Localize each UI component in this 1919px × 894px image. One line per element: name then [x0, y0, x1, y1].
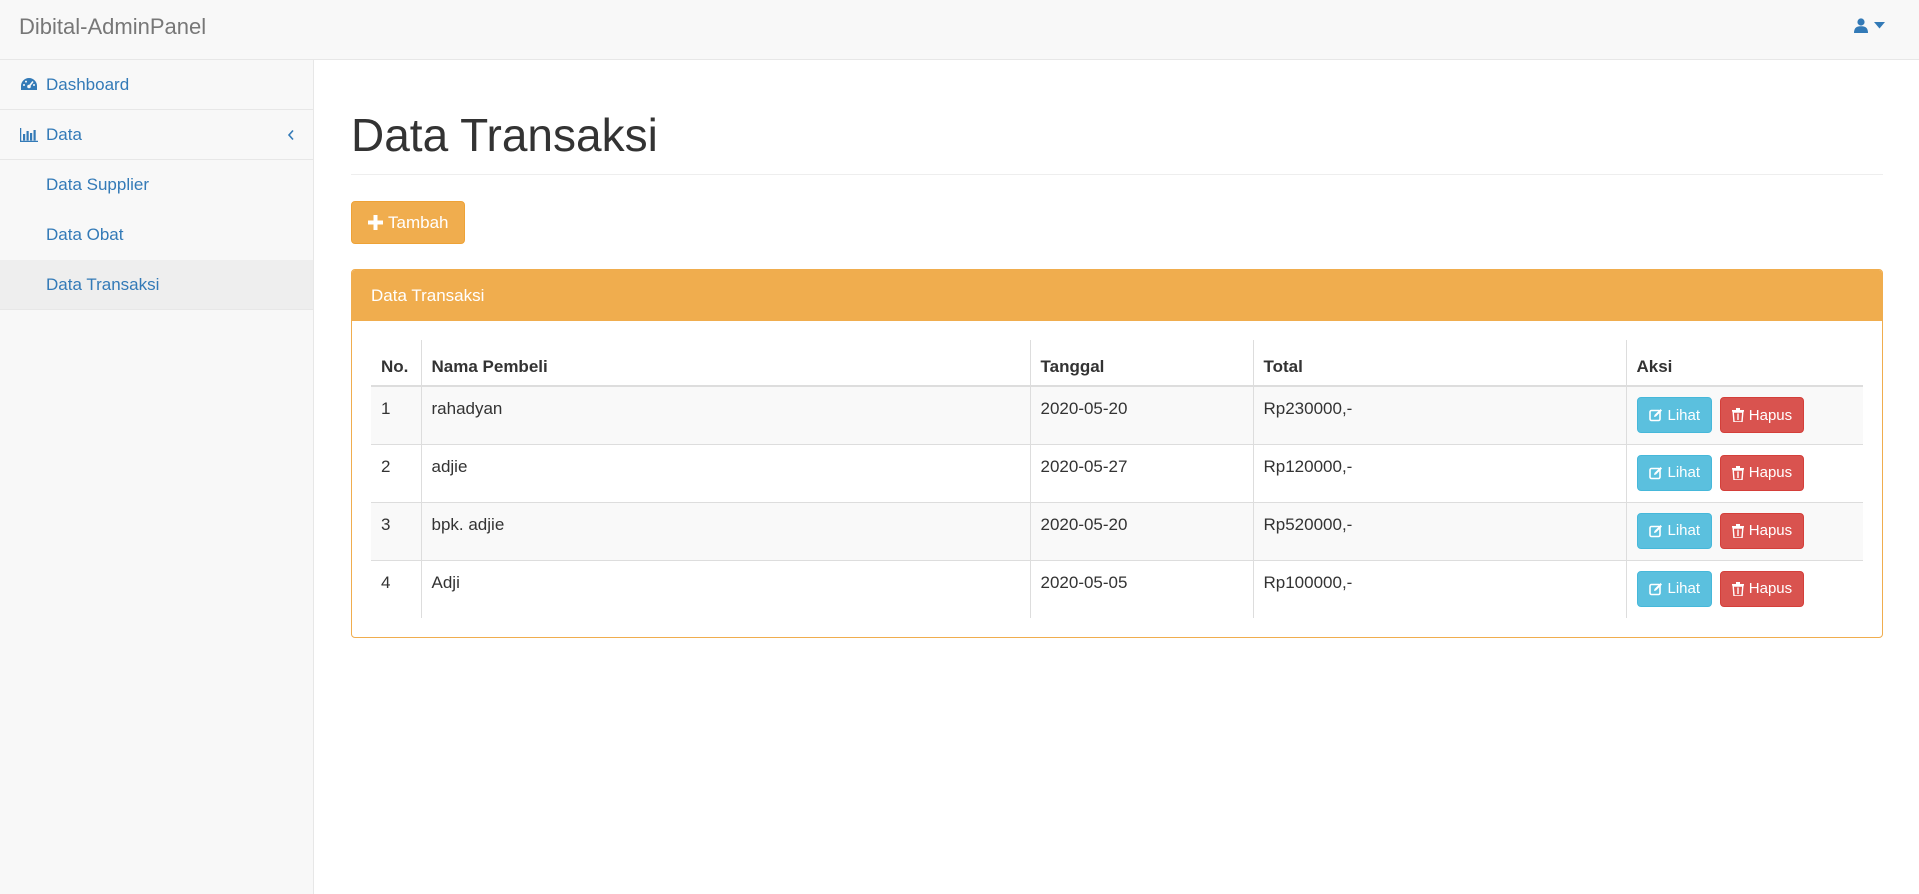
- view-button[interactable]: Lihat: [1636, 454, 1713, 491]
- transaction-table: No. Nama Pembeli Tanggal Total Aksi 1 ra…: [371, 340, 1863, 618]
- chevron-left-icon: [287, 126, 295, 146]
- dashboard-icon: [20, 77, 40, 93]
- view-button-label: Lihat: [1667, 522, 1701, 539]
- panel-body: No. Nama Pembeli Tanggal Total Aksi 1 ra…: [352, 321, 1882, 637]
- view-button[interactable]: Lihat: [1636, 570, 1713, 607]
- cell-nama-pembeli: bpk. adjie: [420, 501, 1030, 560]
- sidebar-item-label: Dashboard: [46, 74, 130, 94]
- view-button-label: Lihat: [1667, 464, 1701, 481]
- table-row: 4 Adji 2020-05-05 Rp100000,- Lihat Hapus: [371, 559, 1863, 618]
- trash-icon: [1731, 581, 1744, 596]
- user-menu[interactable]: [1854, 18, 1885, 33]
- sidebar-item-label: Data: [46, 124, 82, 144]
- cell-no: 3: [371, 501, 421, 560]
- add-button-label: Tambah: [388, 212, 449, 232]
- delete-button-label: Hapus: [1748, 406, 1793, 424]
- cell-total: Rp100000,-: [1252, 559, 1626, 618]
- cell-tanggal: 2020-05-27: [1029, 443, 1253, 502]
- delete-button[interactable]: Hapus: [1719, 512, 1805, 549]
- transaction-panel: Data Transaksi No. Nama Pembeli Tanggal …: [351, 269, 1883, 638]
- column-header-no: No.: [371, 340, 421, 387]
- cell-aksi: Lihat Hapus: [1625, 385, 1863, 444]
- cell-tanggal: 2020-05-20: [1029, 501, 1253, 560]
- panel-title: Data Transaksi: [371, 285, 485, 305]
- cell-total: Rp520000,-: [1252, 501, 1626, 560]
- trash-icon: [1731, 465, 1744, 480]
- column-header-aksi: Aksi: [1625, 340, 1863, 387]
- sidebar-item-data-obat[interactable]: Data Obat: [0, 210, 313, 260]
- column-header-nama-pembeli: Nama Pembeli: [420, 340, 1030, 387]
- table-row: 2 adjie 2020-05-27 Rp120000,- Lihat Hapu: [371, 443, 1863, 502]
- cell-total: Rp120000,-: [1252, 443, 1626, 502]
- add-button[interactable]: Tambah: [351, 201, 466, 244]
- cell-no: 4: [371, 559, 421, 618]
- delete-button[interactable]: Hapus: [1719, 570, 1805, 607]
- plus-icon: [368, 215, 383, 230]
- table-row: 1 rahadyan 2020-05-20 Rp230000,- Lihat H: [371, 385, 1863, 444]
- caret-down-icon: [1874, 22, 1885, 29]
- top-navbar: Dibital-AdminPanel: [0, 0, 1919, 60]
- cell-tanggal: 2020-05-20: [1029, 385, 1253, 444]
- sidebar-item-data-transaksi[interactable]: Data Transaksi: [0, 260, 313, 310]
- sidebar-item-label: Data Supplier: [46, 175, 150, 194]
- edit-icon: [1648, 524, 1662, 537]
- table-header-row: No. Nama Pembeli Tanggal Total Aksi: [371, 340, 1863, 387]
- cell-no: 1: [371, 385, 421, 444]
- cell-aksi: Lihat Hapus: [1625, 501, 1863, 560]
- delete-button[interactable]: Hapus: [1719, 454, 1805, 491]
- main-content: Data Transaksi Tambah Data Transaksi No.…: [351, 60, 1883, 638]
- cell-nama-pembeli: adjie: [420, 443, 1030, 502]
- page-title: Data Transaksi: [351, 109, 658, 161]
- cell-tanggal: 2020-05-05: [1029, 559, 1253, 618]
- cell-no: 2: [371, 443, 421, 502]
- bar-chart-icon: [20, 127, 40, 143]
- delete-button-label: Hapus: [1748, 464, 1793, 481]
- brand-title[interactable]: Dibital-AdminPanel: [19, 14, 206, 40]
- view-button[interactable]: Lihat: [1636, 512, 1713, 549]
- cell-aksi: Lihat Hapus: [1625, 559, 1863, 618]
- user-icon: [1854, 18, 1868, 33]
- trash-icon: [1731, 408, 1744, 422]
- column-header-tanggal: Tanggal: [1029, 340, 1253, 387]
- column-header-total: Total: [1252, 340, 1626, 387]
- sidebar-item-label: Data Transaksi: [46, 274, 160, 294]
- delete-button-label: Hapus: [1748, 522, 1793, 539]
- view-button-label: Lihat: [1667, 580, 1701, 597]
- view-button-label: Lihat: [1667, 406, 1701, 424]
- sidebar-item-data-supplier[interactable]: Data Supplier: [0, 160, 313, 210]
- cell-aksi: Lihat Hapus: [1625, 443, 1863, 502]
- sidebar-item-label: Data Obat: [46, 225, 124, 244]
- delete-button[interactable]: Hapus: [1719, 397, 1805, 433]
- delete-button-label: Hapus: [1748, 580, 1793, 597]
- panel-heading: Data Transaksi: [352, 270, 1882, 321]
- edit-icon: [1648, 466, 1662, 479]
- sidebar-item-dashboard[interactable]: Dashboard: [0, 60, 313, 110]
- cell-nama-pembeli: Adji: [420, 559, 1030, 618]
- page-header: Data Transaksi: [351, 108, 1883, 175]
- cell-nama-pembeli: rahadyan: [420, 385, 1030, 444]
- edit-icon: [1648, 409, 1662, 422]
- view-button[interactable]: Lihat: [1636, 397, 1713, 433]
- cell-total: Rp230000,-: [1252, 385, 1626, 444]
- table-row: 3 bpk. adjie 2020-05-20 Rp520000,- Lihat: [371, 501, 1863, 560]
- sidebar: Dashboard Data Data Supplier Data Obat D…: [0, 60, 314, 894]
- sidebar-item-data[interactable]: Data: [0, 110, 313, 160]
- edit-icon: [1648, 582, 1662, 595]
- trash-icon: [1731, 523, 1744, 538]
